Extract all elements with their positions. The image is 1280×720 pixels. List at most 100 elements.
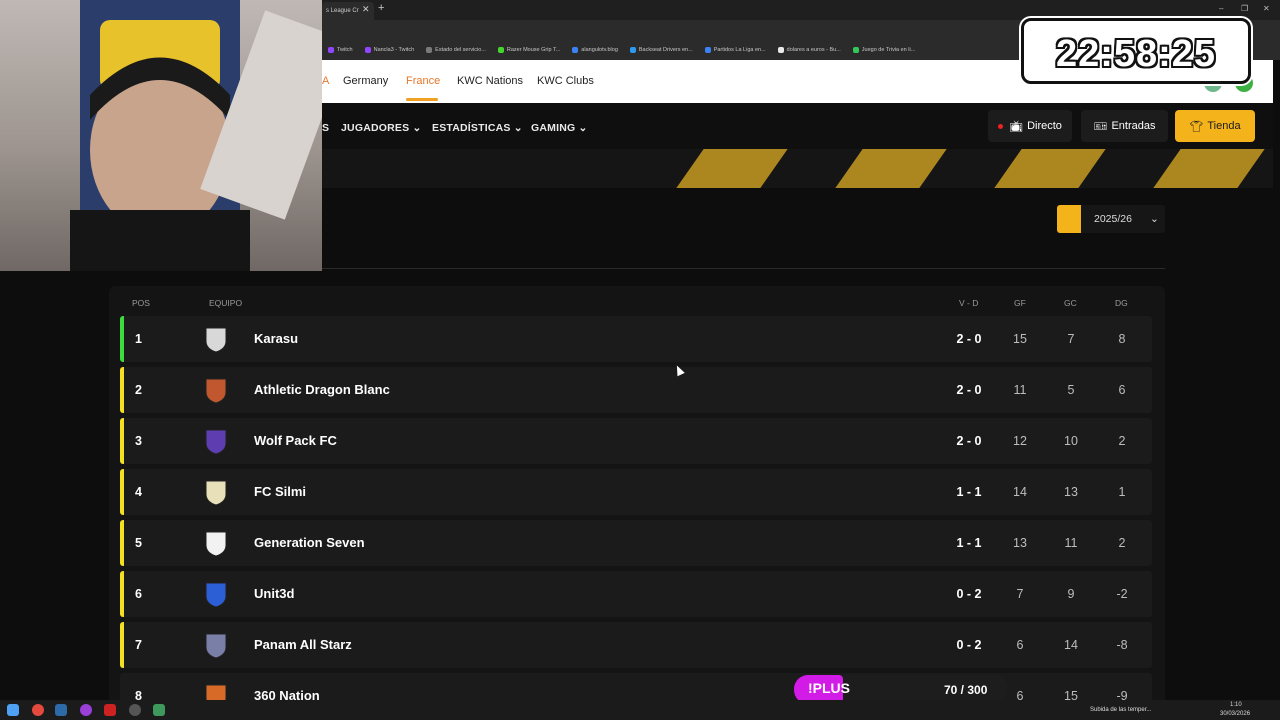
calendar-icon[interactable]	[104, 704, 116, 716]
nav-estadisticas[interactable]: ESTADÍSTICAS ⌄	[432, 122, 523, 134]
table-row[interactable]: 4 FC Silmi 1 - 1 14 13 1	[120, 469, 1152, 515]
bookmark-item[interactable]: Backseat Drivers en...	[629, 47, 693, 53]
bookmark-icon	[572, 47, 579, 53]
qualification-bar	[120, 622, 124, 668]
row-position: 5	[135, 536, 142, 550]
maximize-icon[interactable]: ❐	[1241, 4, 1248, 13]
tv-icon: 📺︎	[1009, 120, 1024, 133]
topnav-partial[interactable]: A	[322, 75, 329, 87]
chrome-icon[interactable]	[32, 704, 44, 716]
bookmark-icon	[852, 47, 859, 53]
win-loss: 0 - 2	[956, 587, 982, 601]
row-position: 1	[135, 332, 142, 346]
clock-date-tray[interactable]: 30/03/2026	[1220, 711, 1250, 717]
bookmark-label: Backseat Drivers en...	[638, 47, 693, 53]
unit3d-logo	[202, 580, 230, 608]
bookmark-icon	[497, 47, 504, 53]
chevron-down-icon: ⌄	[1149, 213, 1159, 225]
bookmark-item[interactable]: Partidos La Liga en...	[704, 47, 766, 53]
team-name[interactable]: Generation Seven	[254, 535, 365, 550]
directo-button[interactable]: 📺︎ Directo	[988, 110, 1072, 142]
team-name[interactable]: Wolf Pack FC	[254, 433, 337, 448]
qualification-bar	[120, 367, 124, 413]
banner-stripe	[676, 149, 788, 188]
goals-for: 15	[1013, 332, 1027, 346]
team-name[interactable]: Karasu	[254, 331, 298, 346]
bookmark-item[interactable]: Juego de Trivia en li...	[852, 47, 915, 53]
row-position: 7	[135, 638, 142, 652]
app-icon[interactable]	[80, 704, 92, 716]
weather-text[interactable]: Subida de las temper...	[1090, 707, 1151, 713]
bookmark-item[interactable]: Razer Mouse Grip T...	[497, 47, 560, 53]
team-name[interactable]: Unit3d	[254, 586, 294, 601]
bookmark-item[interactable]: Nancla3 - Twitch	[364, 47, 414, 53]
bookmark-label: alangulotv.blog	[581, 47, 618, 53]
wolf-logo	[202, 427, 230, 455]
row-position: 4	[135, 485, 142, 499]
clock-time: 22:58:25	[1055, 33, 1217, 75]
topnav-france[interactable]: France	[406, 75, 440, 87]
topnav-kwc-nations[interactable]: KWC Nations	[457, 75, 523, 87]
app2-icon[interactable]	[153, 704, 165, 716]
streamer-silhouette	[70, 0, 322, 271]
nav-jugadores[interactable]: JUGADORES ⌄	[341, 122, 421, 134]
goals-for: 6	[1016, 638, 1024, 652]
entradas-label: Entradas	[1111, 120, 1156, 132]
table-row[interactable]: 3 Wolf Pack FC 2 - 0 12 10 2	[120, 418, 1152, 464]
team-name[interactable]: Panam All Starz	[254, 637, 352, 652]
table-row[interactable]: 1 Karasu 2 - 0 15 7 8	[120, 316, 1152, 362]
banner-stripe	[835, 149, 947, 188]
obs-icon[interactable]	[129, 704, 141, 716]
chevron-down-icon: ⌄	[412, 122, 422, 134]
nav-estadisticas-label: ESTADÍSTICAS	[432, 122, 511, 134]
plus-count: 70 / 300	[944, 683, 988, 697]
tab-close-icon[interactable]: ✕	[362, 4, 370, 15]
season-select[interactable]: 2025/26 ⌄	[1081, 205, 1165, 233]
table-row[interactable]: 6 Unit3d 0 - 2 7 9 -2	[120, 571, 1152, 617]
tienda-button[interactable]: 👕︎ Tienda	[1175, 110, 1255, 142]
win-loss: 2 - 0	[956, 332, 982, 346]
bookmark-item[interactable]: Estado del servicio...	[426, 47, 486, 53]
team-name[interactable]: FC Silmi	[254, 484, 306, 499]
divider	[322, 268, 1165, 269]
nav-partial[interactable]: S	[322, 122, 329, 134]
goals-for: 7	[1016, 587, 1024, 601]
nav-gaming[interactable]: GAMING ⌄	[531, 122, 588, 134]
steam-icon[interactable]	[55, 704, 67, 716]
bookmark-item[interactable]: dolares a euros - Bu...	[777, 47, 841, 53]
minimize-icon[interactable]: –	[1219, 4, 1223, 13]
windows-start-icon[interactable]	[7, 704, 19, 716]
topnav-germany[interactable]: Germany	[343, 75, 388, 87]
chevron-down-icon: ⌄	[513, 122, 523, 134]
table-row[interactable]: 5 Generation Seven 1 - 1 13 11 2	[120, 520, 1152, 566]
panam-logo	[202, 631, 230, 659]
season-accent	[1057, 205, 1081, 233]
win-loss: 2 - 0	[956, 434, 982, 448]
table-row[interactable]: 7 Panam All Starz 0 - 2 6 14 -8	[120, 622, 1152, 668]
header-dg: DG	[1115, 298, 1128, 308]
entradas-button[interactable]: 🎫︎ Entradas	[1081, 110, 1168, 142]
team-name[interactable]: Athletic Dragon Blanc	[254, 382, 390, 397]
row-position: 2	[135, 383, 142, 397]
new-tab-icon[interactable]: +	[378, 2, 384, 14]
bookmark-label: Twitch	[337, 47, 353, 53]
topnav-kwc-clubs[interactable]: KWC Clubs	[537, 75, 594, 87]
table-row[interactable]: 2 Athletic Dragon Blanc 2 - 0 11 5 6	[120, 367, 1152, 413]
bookmark-item[interactable]: Twitch	[328, 47, 353, 53]
row-position: 3	[135, 434, 142, 448]
nav-gaming-label: GAMING	[531, 122, 576, 134]
goals-against: 10	[1064, 434, 1078, 448]
clock-time-tray[interactable]: 1:10	[1230, 702, 1242, 708]
active-tab-indicator	[406, 98, 438, 101]
banner-stripe	[994, 149, 1106, 188]
goal-difference: 6	[1118, 383, 1126, 397]
header-equipo: EQUIPO	[209, 298, 243, 308]
goals-for: 13	[1013, 536, 1027, 550]
goals-for: 12	[1013, 434, 1027, 448]
tab-title: s League Cr	[326, 8, 359, 14]
taskbar	[0, 700, 1280, 720]
clock-overlay: 22:58:25	[1021, 18, 1251, 84]
bookmark-item[interactable]: alangulotv.blog	[572, 47, 618, 53]
close-window-icon[interactable]: ✕	[1263, 4, 1270, 13]
goal-difference: 2	[1118, 536, 1126, 550]
